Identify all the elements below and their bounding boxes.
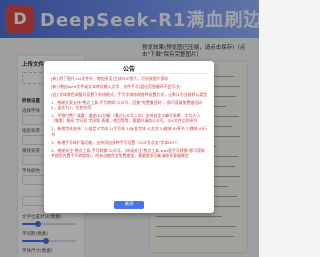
notice-item: [新] 增加word文件或文本转化输入文字、文件手写(超出范围循环不会写出)	[51, 83, 181, 89]
dialog-title: 公告	[122, 66, 135, 73]
dialog-close-button[interactable]: 关闭	[114, 201, 144, 209]
divider	[50, 73, 208, 74]
dialog-body: [新] 除了图片,txt文件外，增加多页(生成PDF图片，可长按图片保存 [新]…	[51, 76, 207, 161]
notice-item: 4、感谢关注"熊点工具-手写转换"公众号，(申请关注"熊点工具-wps版手写转换…	[51, 147, 205, 158]
notice-item: [新] 除了图片,txt文件外，增加多页(生成PDF图片，可长按图片保存	[51, 76, 169, 81]
notice-item: 1、不想付费？请看：描述DIY功能（通过公众号二次）支持自定义编写效果：字号大小…	[51, 113, 201, 124]
notice-item: 2、新增字体支持：1)自定义字体 2)手写体 3)标准字体 4)文艺 5)楷体 …	[51, 126, 207, 137]
notice-item: 1、感谢大家支持"熊点工具-手写转换"公众号，回复"免费激活码"，即可获取免费激…	[51, 99, 203, 111]
notice-item: 3、新增手写体扩展功能，支持添加多种手写设置（公众号点击"字体DIY"）	[51, 139, 181, 145]
announcement-dialog: 公告 [新] 除了图片,txt文件外，增加多页(生成PDF图片，可长按图片保存 …	[44, 61, 214, 213]
notice-item: [旧] 字体颜色调整可设置下划线格式，手写字体修改各种设置方式，让默认为当前默认…	[51, 91, 208, 97]
